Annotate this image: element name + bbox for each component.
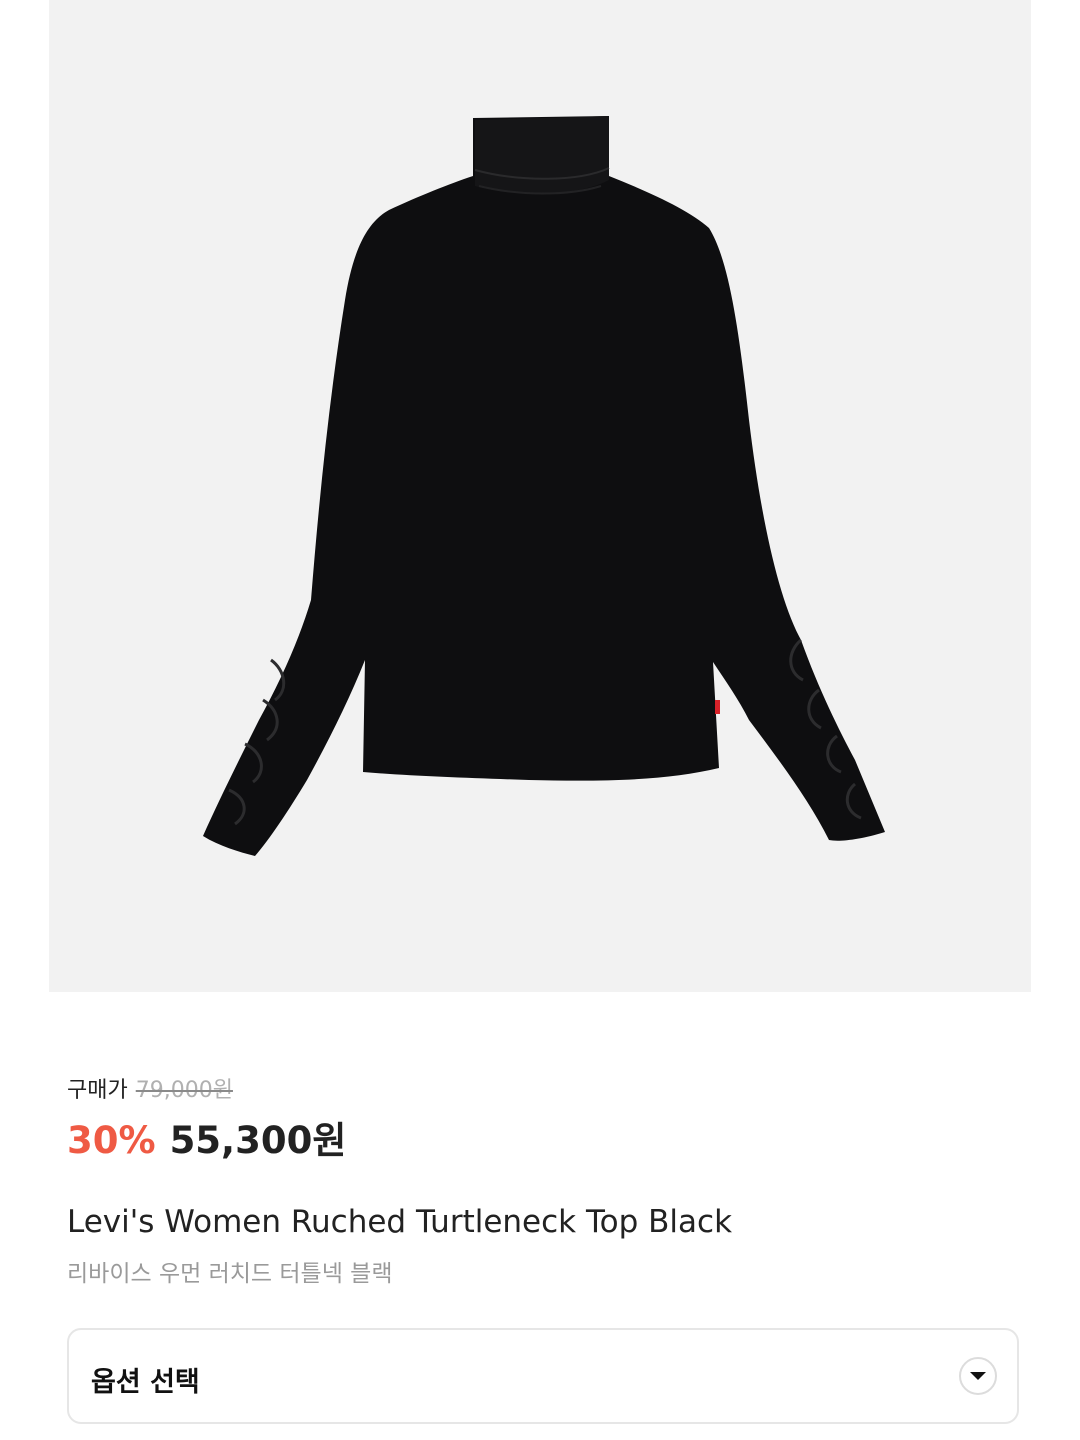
discount-rate: 30%	[67, 1119, 156, 1162]
product-detail-page: 구매가 79,000원 30% 55,300원 Levi's Women Ruc…	[0, 0, 1080, 1440]
product-title-ko: 리바이스 우먼 러치드 터틀넥 블랙	[67, 1261, 393, 1287]
garment-collar	[475, 116, 609, 194]
price-label: 구매가	[67, 1078, 128, 1103]
red-tab-tag	[715, 700, 720, 714]
chevron-down-icon[interactable]	[959, 1357, 997, 1395]
product-image[interactable]	[49, 0, 1031, 992]
product-title-en: Levi's Women Ruched Turtleneck Top Black	[67, 1204, 733, 1240]
option-select-dropdown[interactable]: 옵션 선택	[67, 1328, 1019, 1424]
garment-body	[203, 116, 885, 856]
option-select-label: 옵션 선택	[91, 1367, 200, 1398]
price-block: 구매가 79,000원 30% 55,300원	[67, 1072, 346, 1164]
sale-price: 55,300원	[169, 1119, 347, 1162]
original-price: 79,000원	[135, 1078, 233, 1103]
turtleneck-illustration	[203, 116, 885, 856]
